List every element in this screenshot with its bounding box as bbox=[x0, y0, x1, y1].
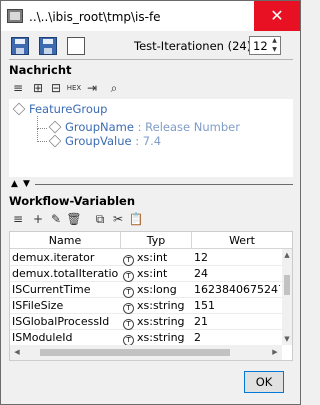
cell-value: 2 bbox=[194, 331, 201, 344]
top-toolbar bbox=[9, 35, 89, 57]
cell-type: Txs:long bbox=[123, 283, 191, 298]
cell-name: ISModuleId bbox=[12, 331, 73, 344]
cell-value: 24 bbox=[194, 267, 208, 280]
app-icon bbox=[7, 9, 23, 23]
variables-table[interactable]: Name Typ Wert demux.iterator Txs:int 12 dem… bbox=[9, 231, 293, 361]
horizontal-scrollbar[interactable]: ◀ ▶ bbox=[10, 345, 282, 360]
close-button[interactable]: ✕ bbox=[254, 1, 300, 31]
scroll-thumb[interactable] bbox=[284, 275, 290, 295]
cell-type: Txs:int bbox=[123, 267, 191, 282]
element-icon bbox=[48, 120, 62, 134]
vertical-scrollbar[interactable]: ▲ ▼ bbox=[282, 249, 292, 345]
column-header-type[interactable]: Typ bbox=[121, 234, 191, 247]
tree-connector bbox=[37, 129, 47, 142]
add-icon[interactable]: + bbox=[30, 211, 46, 227]
scroll-up-icon[interactable]: ▲ bbox=[282, 251, 292, 259]
copy-icon[interactable] bbox=[67, 37, 85, 55]
column-header-value[interactable]: Wert bbox=[192, 234, 292, 247]
paste-icon[interactable]: 📋 bbox=[128, 211, 144, 227]
expand-icon[interactable]: ⊞ bbox=[30, 80, 46, 96]
workflow-heading: Workflow-Variablen bbox=[9, 194, 136, 208]
divider bbox=[9, 59, 293, 60]
splitter-line bbox=[35, 184, 293, 185]
cell-name: ISGlobalProcessId bbox=[12, 315, 110, 328]
cell-type: Txs:string bbox=[123, 299, 191, 314]
pane-splitter[interactable]: ▲ ▼ bbox=[1, 179, 300, 189]
type-icon: T bbox=[123, 271, 134, 282]
message-tree[interactable]: FeatureGroup GroupName : Release Number … bbox=[9, 99, 293, 177]
element-icon bbox=[12, 102, 26, 116]
menu-icon[interactable]: ≡ bbox=[10, 80, 26, 96]
cell-name: ISFileSize bbox=[12, 299, 64, 312]
scroll-down-icon[interactable]: ▼ bbox=[282, 335, 292, 343]
cell-name: demux.totalIterations bbox=[12, 267, 118, 280]
workflow-toolbar: ≡ + ✎ 🗑 ⧉ ✂ 📋 bbox=[10, 211, 160, 229]
table-row[interactable]: ISFileSize Txs:string 151 bbox=[10, 298, 282, 314]
cell-value: 21 bbox=[194, 315, 208, 328]
type-icon: T bbox=[123, 319, 134, 330]
copy-icon[interactable]: ⧉ bbox=[92, 211, 108, 227]
import-icon[interactable]: ⇥ bbox=[84, 80, 100, 96]
tree-node-groupname[interactable]: GroupName : Release Number bbox=[48, 120, 240, 134]
iterations-value[interactable]: 12 bbox=[253, 39, 268, 53]
scroll-thumb[interactable] bbox=[40, 349, 230, 356]
tree-connector bbox=[37, 116, 47, 129]
iterations-spinner[interactable]: 12 ▲ ▼ bbox=[249, 36, 281, 55]
dialog-window: ..\..\ibis_root\tmp\is-fe ✕ Test-Iterati… bbox=[0, 0, 301, 405]
title-bar: ..\..\ibis_root\tmp\is-fe ✕ bbox=[1, 1, 300, 31]
search-icon[interactable]: ⌕ bbox=[106, 80, 122, 96]
cell-name: demux.iterator bbox=[12, 251, 95, 264]
cell-name: ISCurrentTime bbox=[12, 283, 91, 296]
tree-node-root[interactable]: FeatureGroup bbox=[12, 102, 107, 116]
table-row[interactable]: ISModuleId Txs:string 2 bbox=[10, 330, 282, 346]
table-row[interactable]: ISCurrentTime Txs:long 1623840675247 bbox=[10, 282, 282, 298]
table-row[interactable]: demux.totalIterations Txs:int24 bbox=[10, 266, 282, 282]
element-icon bbox=[48, 134, 62, 148]
cell-value: 151 bbox=[194, 299, 215, 312]
cell-type: Txs:int bbox=[123, 251, 191, 266]
table-row[interactable]: demux.iterator Txs:int 12 bbox=[10, 250, 282, 266]
scroll-right-icon[interactable]: ▶ bbox=[270, 348, 280, 356]
cell-type: Txs:string bbox=[123, 331, 191, 346]
type-icon: T bbox=[123, 255, 134, 266]
column-header-name[interactable]: Name bbox=[10, 234, 120, 247]
cell-value: 12 bbox=[194, 251, 208, 264]
edit-icon[interactable]: ✎ bbox=[48, 211, 64, 227]
spinner-up-icon[interactable]: ▲ bbox=[270, 37, 279, 45]
menu-icon[interactable]: ≡ bbox=[10, 211, 26, 227]
splitter-down-icon[interactable]: ▼ bbox=[23, 179, 30, 189]
nachricht-heading: Nachricht bbox=[9, 63, 72, 77]
table-header: Name Typ Wert bbox=[10, 232, 292, 249]
save-all-icon[interactable] bbox=[39, 37, 57, 55]
cell-value: 1623840675247 bbox=[194, 283, 280, 296]
cell-type: Txs:string bbox=[123, 315, 191, 330]
type-icon: T bbox=[123, 303, 134, 314]
ok-button[interactable]: OK bbox=[244, 371, 284, 393]
table-row[interactable]: ISGlobalProcessId Txs:string 21 bbox=[10, 314, 282, 330]
hex-icon[interactable]: HEX bbox=[66, 80, 82, 96]
save-icon[interactable] bbox=[11, 37, 29, 55]
tree-node-groupvalue[interactable]: GroupValue : 7.4 bbox=[48, 134, 161, 148]
splitter-up-icon[interactable]: ▲ bbox=[11, 179, 18, 189]
nachricht-toolbar: ≡ ⊞ ⊟ HEX ⇥ ⌕ bbox=[10, 80, 150, 98]
cut-icon[interactable]: ✂ bbox=[110, 211, 126, 227]
spinner-down-icon[interactable]: ▼ bbox=[270, 46, 279, 54]
delete-icon[interactable]: 🗑 bbox=[66, 211, 82, 227]
type-icon: T bbox=[123, 287, 134, 298]
iterations-label: Test-Iterationen (24): bbox=[134, 39, 256, 53]
window-title: ..\..\ibis_root\tmp\is-fe bbox=[29, 10, 161, 24]
collapse-icon[interactable]: ⊟ bbox=[48, 80, 64, 96]
scroll-left-icon[interactable]: ◀ bbox=[12, 348, 22, 356]
